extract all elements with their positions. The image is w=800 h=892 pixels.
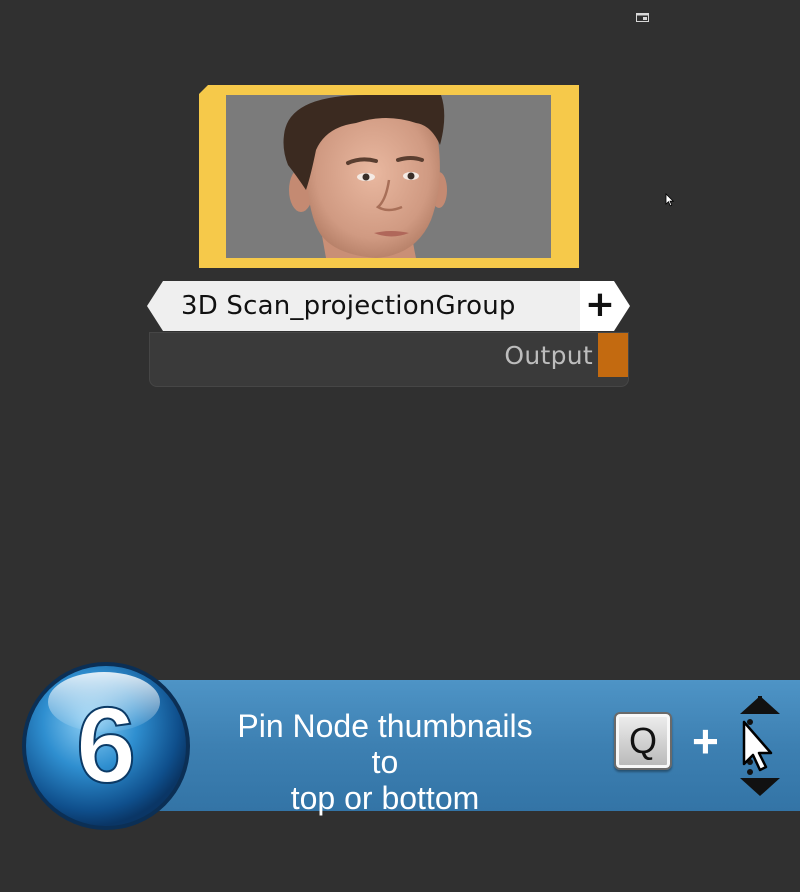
plus-icon: + <box>584 284 616 325</box>
vertical-drag-cursor-icon <box>736 692 784 798</box>
mouse-cursor-icon <box>665 192 675 207</box>
key-label: Q <box>628 720 657 761</box>
tip-plus: + <box>692 715 719 767</box>
node-thumbnail-frame[interactable] <box>199 85 579 268</box>
q-key-icon: Q <box>614 712 672 770</box>
node-add-button[interactable]: + <box>580 281 630 331</box>
tip-text: Pin Node thumbnails to top or bottom <box>220 708 550 816</box>
tip-text-line-2: top or bottom <box>290 780 480 816</box>
node-title-bar[interactable]: 3D Scan_projectionGroup <box>147 281 580 331</box>
window-icon <box>636 7 649 22</box>
node-title-label: 3D Scan_projectionGroup <box>181 291 516 321</box>
node-body: Output <box>149 332 629 387</box>
tip-text-line-1: Pin Node thumbnails to <box>237 708 533 780</box>
step-number: 6 <box>76 684 136 805</box>
tip-banner: Pin Node thumbnails to top or bottom Q + <box>120 680 800 816</box>
node-thumbnail-image <box>226 95 551 258</box>
output-port-label: Output <box>504 341 593 370</box>
step-number-badge: 6 <box>20 660 192 832</box>
output-port[interactable] <box>598 333 628 377</box>
